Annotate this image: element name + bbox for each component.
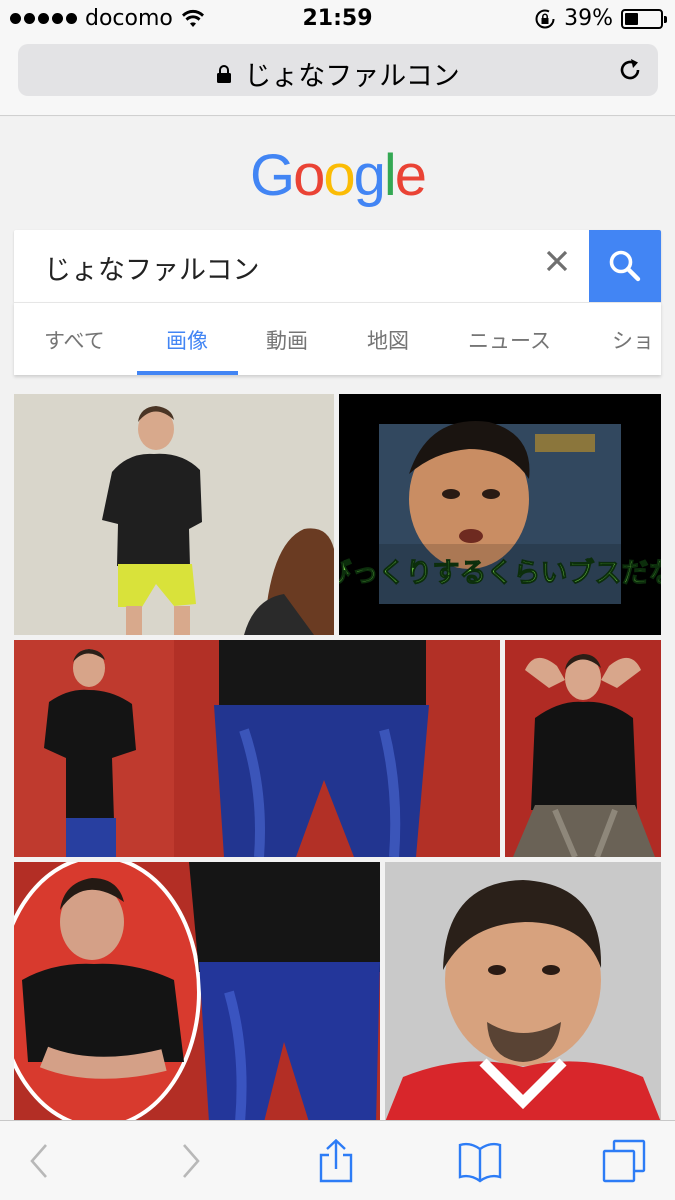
logo-letter: e [394, 143, 427, 208]
logo-letter: l [383, 143, 397, 208]
orientation-lock-icon [535, 9, 555, 28]
tv-caption: びっくりするくらいブスだな [339, 557, 661, 589]
search-tabs: すべて 画像 動画 地図 ニュース ショ [14, 302, 661, 375]
address-text: じょなファルコン [244, 61, 460, 92]
tab-maps[interactable]: 地図 [367, 325, 409, 355]
search-icon [609, 250, 641, 282]
tab-shopping[interactable]: ショ [612, 325, 654, 355]
search-input[interactable]: じょなファルコン [44, 248, 259, 287]
back-icon[interactable] [18, 1139, 62, 1183]
browser-toolbar [0, 1120, 675, 1200]
tab-videos[interactable]: 動画 [266, 325, 308, 355]
tab-images[interactable]: 画像 [166, 325, 208, 355]
search-box[interactable]: じょなファルコン [14, 230, 661, 302]
share-icon[interactable] [314, 1139, 358, 1183]
image-result[interactable] [505, 640, 661, 857]
logo-letter: o [323, 143, 355, 208]
tabs-icon[interactable] [602, 1139, 646, 1183]
logo-letter: g [353, 143, 386, 208]
status-bar: docomo 21:59 39% [0, 0, 675, 38]
image-result[interactable] [14, 640, 500, 857]
logo-letter: o [293, 143, 325, 208]
battery-icon [621, 8, 667, 29]
lock-icon [217, 64, 232, 83]
google-logo[interactable]: Google [0, 142, 675, 209]
forward-icon[interactable] [168, 1139, 212, 1183]
image-result[interactable] [385, 862, 661, 1120]
tab-news[interactable]: ニュース [468, 325, 551, 355]
clear-icon[interactable] [544, 248, 570, 274]
reload-icon[interactable] [616, 56, 644, 84]
battery-percent: 39% [564, 6, 613, 31]
logo-letter: G [249, 143, 295, 208]
search-button[interactable] [589, 230, 661, 302]
google-results-page: Google じょなファルコン すべて 画像 動画 地図 ニュース ショ びっく… [0, 117, 675, 1120]
bookmarks-icon[interactable] [458, 1139, 502, 1183]
active-tab-indicator [137, 371, 238, 375]
address-bar[interactable]: じょなファルコン [18, 44, 658, 96]
image-result[interactable] [14, 862, 380, 1120]
tab-all[interactable]: すべて [44, 325, 105, 355]
status-right: 39% [534, 6, 667, 31]
image-result-tv[interactable]: びっくりするくらいブスだな [339, 394, 661, 635]
browser-address-area: じょなファルコン [0, 38, 675, 116]
image-result[interactable] [14, 394, 334, 635]
